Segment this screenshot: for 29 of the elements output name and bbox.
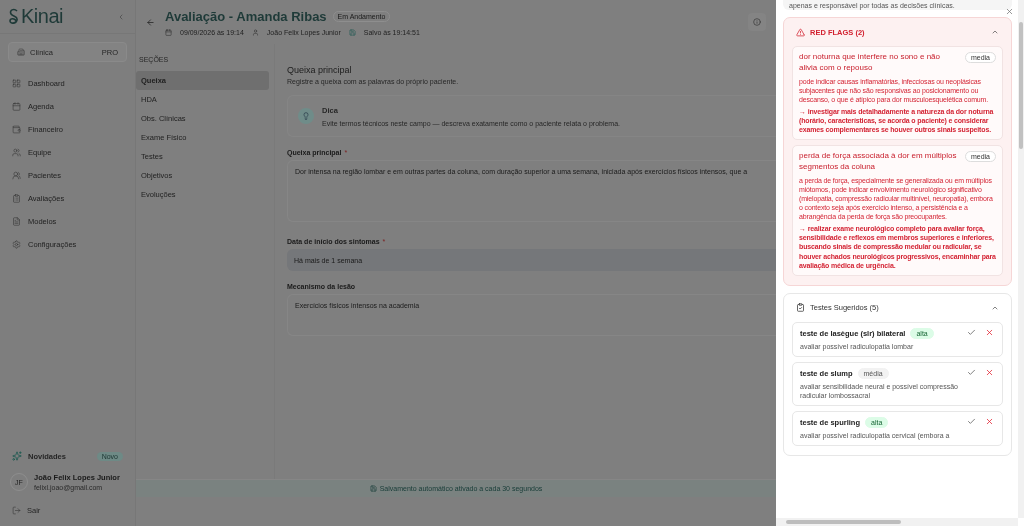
users-icon xyxy=(12,171,21,180)
person-icon xyxy=(251,28,259,36)
lightbulb-icon xyxy=(298,108,314,124)
info-button[interactable] xyxy=(748,13,766,31)
sparkle-icon xyxy=(12,451,22,461)
users-icon xyxy=(12,148,21,157)
clipboard-icon xyxy=(12,194,21,203)
kinai-logo: Kinai xyxy=(8,5,63,28)
chevron-up-icon xyxy=(991,28,999,36)
form-title: Queixa principal xyxy=(287,65,353,75)
calendar-icon xyxy=(12,102,21,111)
horizontal-scrollbar[interactable] xyxy=(776,518,1018,526)
page-title: Avaliação - Amanda Ribas xyxy=(165,8,327,24)
collapse-icon[interactable] xyxy=(117,12,125,21)
document-icon xyxy=(12,217,21,226)
alert-title: perda de força associada à dor em múltiplos segmentos da coluna xyxy=(799,151,958,173)
warning-icon xyxy=(796,27,805,37)
knot-icon xyxy=(8,7,20,26)
back-icon[interactable] xyxy=(146,17,155,27)
alert-title: dor noturna que interfere no sono e não alivia com o repouso xyxy=(799,52,941,74)
info-icon xyxy=(753,18,761,26)
wallet-icon xyxy=(12,125,21,134)
calendar-icon xyxy=(165,28,172,36)
clipboard-icon xyxy=(796,303,805,313)
logout-icon xyxy=(12,505,21,515)
close-button[interactable] xyxy=(1005,7,1015,17)
grid-icon xyxy=(12,79,21,88)
vertical-scrollbar[interactable] xyxy=(1018,0,1024,518)
settings-icon xyxy=(12,240,21,249)
